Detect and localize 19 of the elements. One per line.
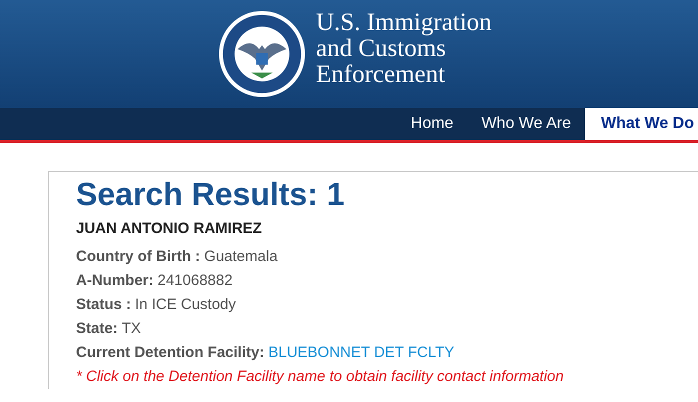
field-value: Guatemala [204,248,278,265]
field-value: TX [122,320,141,337]
agency-title: and Customs [316,36,446,62]
agency-title: U.S. Immigration [316,10,492,36]
facility-link[interactable]: BLUEBONNET DET FCLTY [268,344,454,361]
field-label: A-Number: [76,272,154,289]
nav-tab[interactable]: What We Do [584,108,698,140]
nav-tab[interactable]: Who We Are [467,108,585,140]
results-heading: Search Results: 1 [76,175,346,214]
field-value: In ICE Custody [135,296,236,313]
person-name: JUAN ANTONIO RAMIREZ [76,220,263,237]
field-value: 241068882 [158,272,233,289]
field-label: State: [76,320,118,337]
field-label: Country of Birth : [76,248,200,265]
field-label: Status : [76,296,132,313]
nav-tab[interactable]: Home [396,108,468,140]
field-label: Current Detention Facility: [76,344,264,361]
facility-note: * Click on the Detention Facility name to obtain facility contact information [76,367,565,387]
agency-title: Enforcement [316,62,446,88]
